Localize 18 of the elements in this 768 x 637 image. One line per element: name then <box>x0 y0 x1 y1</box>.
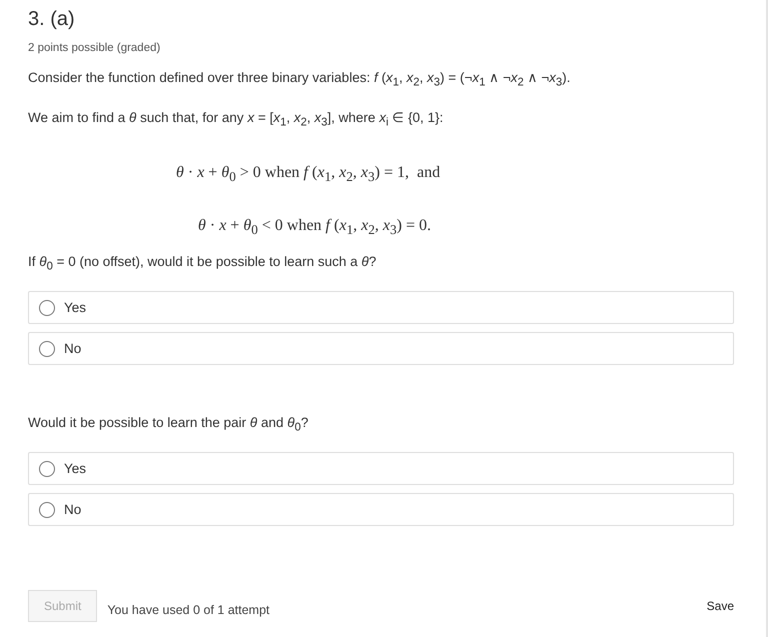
answer-option[interactable]: Yes <box>28 452 734 485</box>
problem-text: Consider the function defined over three binary variables: f (x$_{1}$, x$_{2}$, x$_{3}$) = (¬x$_{1}$ ∧ ¬x$_{2}$ ∧ ¬x$_{3}$). <box>28 69 572 88</box>
radio-button[interactable] <box>39 340 55 356</box>
answer-option[interactable]: No <box>28 493 734 526</box>
equation: θ · x + θ$_{0}$ < 0 when f (x$_{1}$, x$_{2}$, x$_{3}$) = 0. <box>198 216 432 236</box>
radio-button[interactable] <box>39 460 55 476</box>
save-button[interactable]: Save <box>706 599 734 613</box>
points-label: 2 points possible (graded) <box>28 42 162 54</box>
answer-option[interactable]: Yes <box>28 291 734 324</box>
problem-title: 3. (a) <box>28 7 76 32</box>
problem-text: We aim to find a θ such that, for any x = [x$_{1}$, x$_{2}$, x$_{3}$], where x$_{i}$ ∈ {0, 1}: <box>28 109 444 128</box>
radio-button[interactable] <box>39 502 55 518</box>
answer-option[interactable]: No <box>28 332 734 365</box>
question-text: If θ$_{0}$ = 0 (no offset), would it be possible to learn such a θ? <box>28 253 378 272</box>
radio-button[interactable] <box>39 300 55 316</box>
equation: θ · x + θ$_{0}$ > 0 when f (x$_{1}$, x$_{2}$, x$_{3}$) = 1, and <box>176 163 442 183</box>
attempts-text: You have used 0 of 1 attempt <box>107 603 270 617</box>
question-text: Would it be possible to learn the pair θ and θ$_{0}$? <box>28 414 310 433</box>
